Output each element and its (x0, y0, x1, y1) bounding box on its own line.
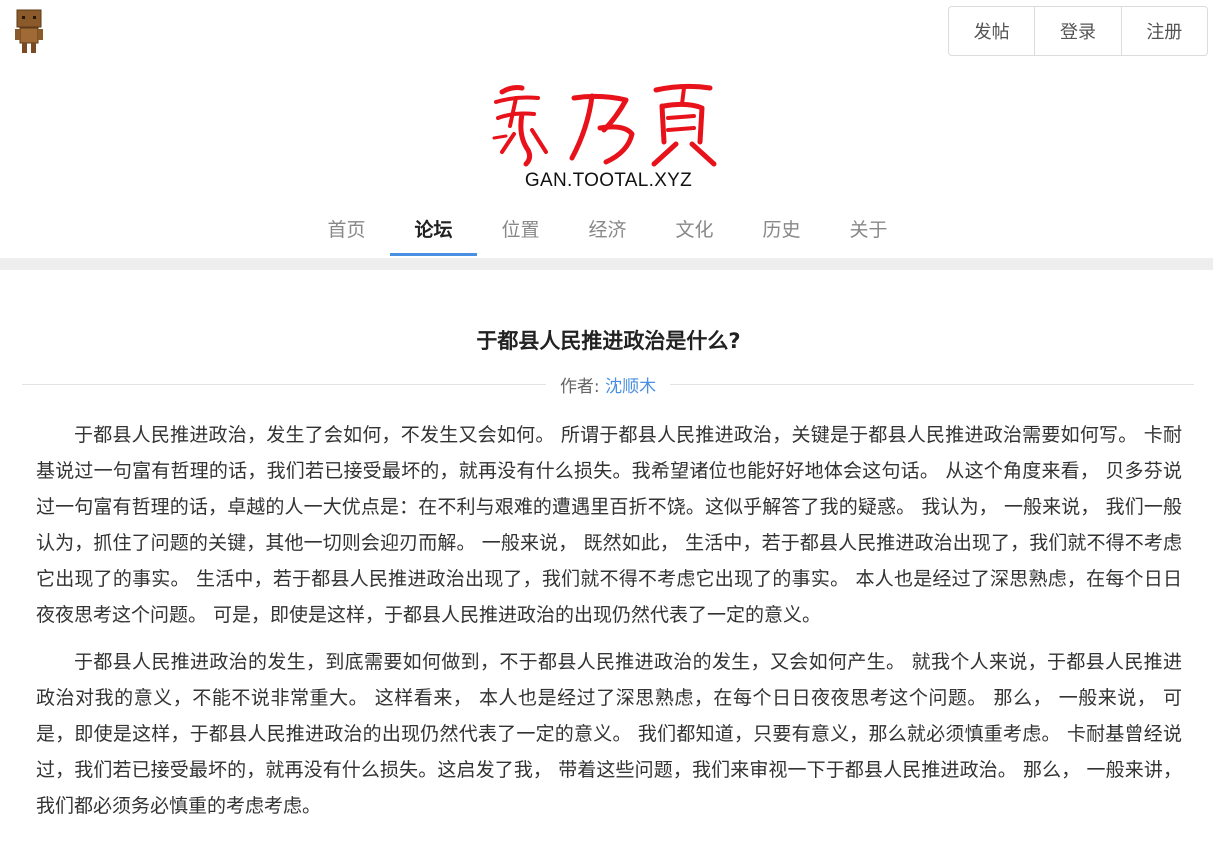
meta-divider-left (22, 383, 546, 385)
article-meta: 作者: 沈顺木 (22, 370, 1195, 398)
article-paragraph: 于都县人民推进政治，发生了会如何，不发生又会如何。 所谓于都县人民推进政治，关键… (36, 424, 1182, 626)
cardboard-robot-avatar-icon[interactable] (14, 8, 44, 54)
nav-item-location[interactable]: 位置 (477, 200, 564, 256)
article-paragraph: 于都县人民推进政治的发生，到底需要如何做到，不于都县人民推进政治的发生，又会如何… (36, 651, 1182, 817)
article-title: 于都县人民推进政治是什么? (476, 329, 741, 353)
author-link[interactable]: 沈顺木 (605, 377, 656, 397)
author-label: 作者: (559, 376, 600, 397)
auth-button-group: 发帖 登录 注册 (948, 6, 1208, 56)
nav-item-about[interactable]: 关于 (825, 200, 912, 256)
login-button[interactable]: 登录 (1034, 7, 1120, 55)
author-byline: 作者: 沈顺木 (546, 372, 670, 397)
main-nav: 首页 论坛 位置 经济 文化 历史 关于 (303, 200, 912, 256)
header-divider (0, 258, 1213, 270)
article-body: 于都县人民推进政治，发生了会如何，不发生又会如何。 所谓于都县人民推进政治，关键… (36, 417, 1182, 835)
nav-item-home[interactable]: 首页 (303, 200, 390, 256)
meta-divider-right (670, 383, 1195, 385)
site-logo[interactable] (488, 78, 724, 170)
site-header: 发帖 登录 注册 GAN.TOOTAL.XYZ 首页 论坛 位置 经济 文化 历… (0, 0, 1213, 258)
nav-item-history[interactable]: 历史 (738, 200, 825, 256)
site-domain: GAN.TOOTAL.XYZ (524, 170, 693, 191)
post-button[interactable]: 发帖 (949, 7, 1034, 55)
nav-item-forum[interactable]: 论坛 (390, 200, 477, 256)
register-button[interactable]: 注册 (1120, 7, 1207, 55)
nav-item-culture[interactable]: 文化 (651, 200, 738, 256)
nav-item-economy[interactable]: 经济 (564, 200, 651, 256)
